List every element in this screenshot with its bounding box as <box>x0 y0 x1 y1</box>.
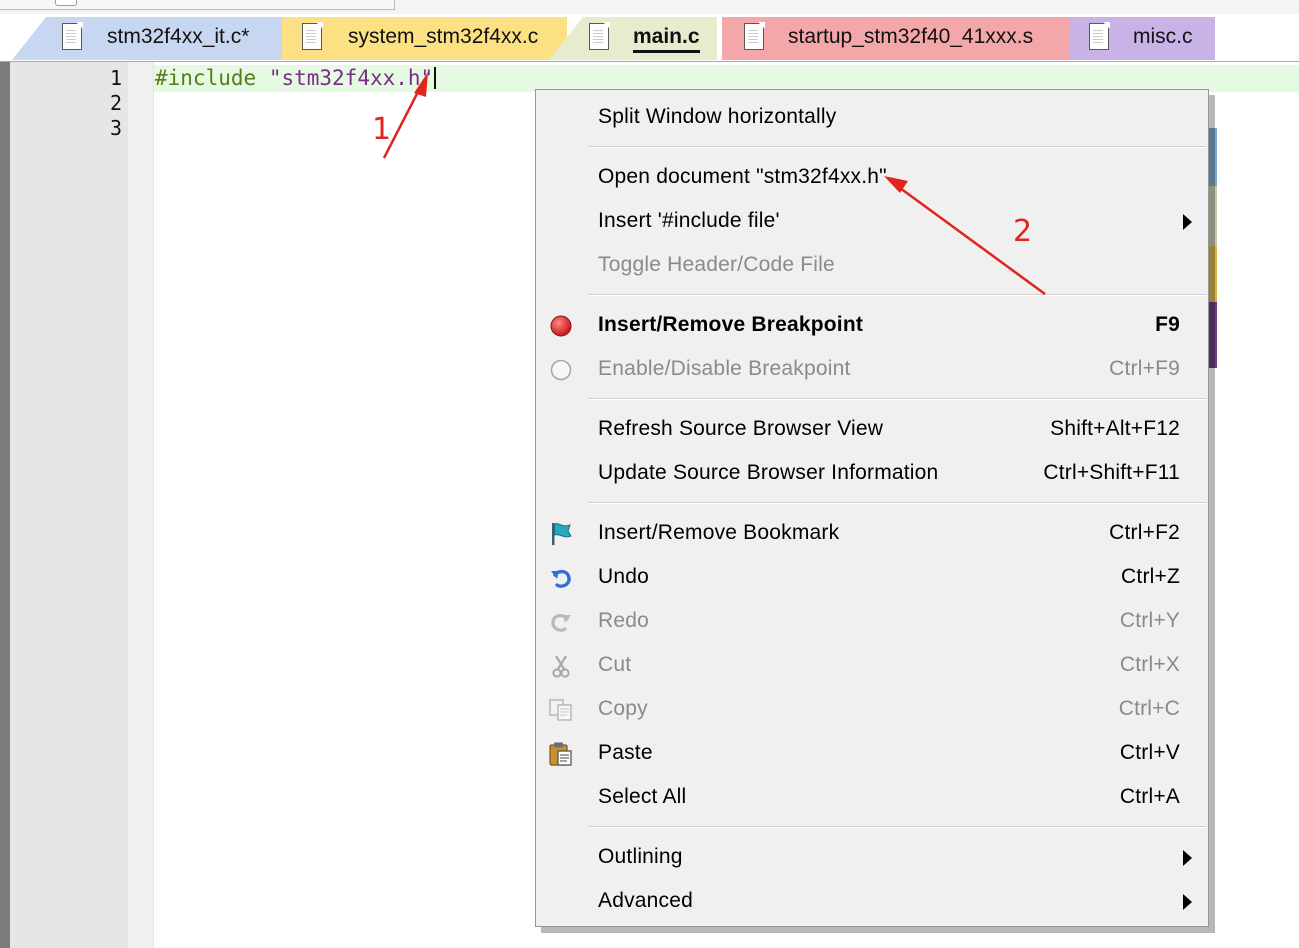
text-caret <box>434 67 437 89</box>
menu-item-insert-include[interactable]: Insert '#include file' <box>536 200 1208 244</box>
submenu-arrow-icon <box>1183 214 1192 230</box>
menu-item-update-source-browser[interactable]: Update Source Browser Information Ctrl+S… <box>536 452 1208 496</box>
menu-item-advanced[interactable]: Advanced <box>536 880 1208 924</box>
menu-item-refresh-source-browser[interactable]: Refresh Source Browser View Shift+Alt+F1… <box>536 408 1208 452</box>
menu-item-open-document[interactable]: Open document "stm32f4xx.h" <box>536 156 1208 200</box>
menu-item-shortcut: Ctrl+A <box>1119 785 1180 808</box>
menu-item-shortcut: Ctrl+F2 <box>1109 521 1180 544</box>
menu-item-label: Select All <box>598 785 687 808</box>
annotation-number-1: 1 <box>372 112 392 147</box>
tab-main-c[interactable]: main.c <box>549 17 717 60</box>
document-icon <box>62 22 83 50</box>
menu-item-label: Redo <box>598 609 650 632</box>
tab-misc-c[interactable]: misc.c <box>1069 17 1215 60</box>
line-number: 1 <box>109 66 122 90</box>
menu-item-split-window[interactable]: Split Window horizontally <box>536 96 1208 140</box>
line-number-gutter: 1 2 3 <box>10 62 128 948</box>
copy-icon <box>549 699 572 721</box>
menu-item-redo[interactable]: Redo Ctrl+Y <box>536 600 1208 644</box>
tab-label: system_stm32f4xx.c <box>348 25 539 48</box>
submenu-arrow-icon <box>1183 850 1192 866</box>
menu-separator <box>588 826 1206 828</box>
menu-separator <box>588 294 1206 296</box>
menu-item-shortcut: F9 <box>1155 313 1180 336</box>
menu-item-label: Advanced <box>598 889 694 912</box>
menu-item-shortcut: Ctrl+F9 <box>1109 357 1180 380</box>
menu-item-label: Enable/Disable Breakpoint <box>598 357 851 380</box>
menu-separator <box>588 398 1206 400</box>
editor-left-bar <box>0 62 10 948</box>
menu-item-label: Copy <box>598 697 648 720</box>
menu-item-shortcut: Ctrl+X <box>1119 653 1180 676</box>
menu-item-shortcut: Ctrl+V <box>1119 741 1180 764</box>
tab-label: startup_stm32f40_41xxx.s <box>788 25 1034 48</box>
menu-item-label: Paste <box>598 741 653 764</box>
menu-item-select-all[interactable]: Select All Ctrl+A <box>536 776 1208 820</box>
tab-label: stm32f4xx_it.c* <box>107 25 250 48</box>
document-icon <box>302 22 323 50</box>
undo-icon <box>551 569 571 588</box>
tab-label: main.c <box>633 25 700 53</box>
fold-margin <box>128 62 154 948</box>
tab-startup-s[interactable]: startup_stm32f40_41xxx.s <box>722 17 1069 60</box>
menu-item-insert-remove-bookmark[interactable]: Insert/Remove Bookmark Ctrl+F2 <box>536 512 1208 556</box>
menu-item-undo[interactable]: Undo Ctrl+Z <box>536 556 1208 600</box>
menu-item-label: Undo <box>598 565 650 588</box>
menu-item-cut[interactable]: Cut Ctrl+X <box>536 644 1208 688</box>
window-fragment <box>0 0 395 10</box>
menu-item-enable-disable-breakpoint[interactable]: Enable/Disable Breakpoint Ctrl+F9 <box>536 348 1208 392</box>
menu-separator <box>588 502 1206 504</box>
paste-icon <box>549 742 572 766</box>
menu-item-label: Split Window horizontally <box>598 105 837 128</box>
menu-item-label: Insert '#include file' <box>598 209 780 232</box>
window-fragment-icon <box>55 0 77 6</box>
tab-system-stm32f4xx[interactable]: system_stm32f4xx.c <box>282 17 567 60</box>
breakpoint-icon <box>550 315 572 337</box>
menu-item-insert-remove-breakpoint[interactable]: Insert/Remove Breakpoint F9 <box>536 304 1208 348</box>
tab-stm32f4xx-it[interactable]: stm32f4xx_it.c* <box>12 17 282 60</box>
menu-item-label: Insert/Remove Bookmark <box>598 521 840 544</box>
document-icon <box>1089 22 1110 50</box>
tab-label: misc.c <box>1133 25 1193 48</box>
menu-item-shortcut: Ctrl+C <box>1118 697 1180 720</box>
scissors-icon <box>552 655 570 678</box>
menu-separator <box>588 146 1206 148</box>
include-directive: #include <box>155 66 257 90</box>
context-menu: Split Window horizontally Open document … <box>535 89 1209 927</box>
menu-item-outlining[interactable]: Outlining <box>536 836 1208 880</box>
menu-item-label: Cut <box>598 653 632 676</box>
menu-item-shortcut: Shift+Alt+F12 <box>1050 417 1180 440</box>
top-strip <box>0 0 1299 14</box>
include-filename[interactable]: "stm32f4xx.h" <box>269 66 433 90</box>
menu-item-shortcut: Ctrl+Shift+F11 <box>1043 461 1180 484</box>
menu-item-label: Open document "stm32f4xx.h" <box>598 165 887 188</box>
annotation-number-2: 2 <box>1013 214 1033 249</box>
line-number: 2 <box>109 91 122 115</box>
submenu-arrow-icon <box>1183 894 1192 910</box>
menu-item-label: Update Source Browser Information <box>598 461 939 484</box>
menu-item-paste[interactable]: Paste Ctrl+V <box>536 732 1208 776</box>
document-icon <box>589 22 610 50</box>
menu-item-shortcut: Ctrl+Y <box>1119 609 1180 632</box>
redo-icon <box>551 614 571 632</box>
menu-item-copy[interactable]: Copy Ctrl+C <box>536 688 1208 732</box>
menu-item-label: Insert/Remove Breakpoint <box>598 313 864 336</box>
menu-item-label: Refresh Source Browser View <box>598 417 884 440</box>
file-tab-bar: stm32f4xx_it.c* system_stm32f4xx.c main.… <box>0 14 1299 62</box>
menu-item-label: Outlining <box>598 845 683 868</box>
code-line-1[interactable]: #include "stm32f4xx.h" <box>155 66 437 90</box>
document-icon <box>744 22 765 50</box>
menu-item-shortcut: Ctrl+Z <box>1121 565 1180 588</box>
bookmark-flag-icon <box>552 523 572 545</box>
breakpoint-disabled-icon <box>550 359 572 381</box>
menu-item-toggle-header[interactable]: Toggle Header/Code File <box>536 244 1208 288</box>
line-number: 3 <box>109 116 122 140</box>
menu-item-label: Toggle Header/Code File <box>598 253 835 276</box>
